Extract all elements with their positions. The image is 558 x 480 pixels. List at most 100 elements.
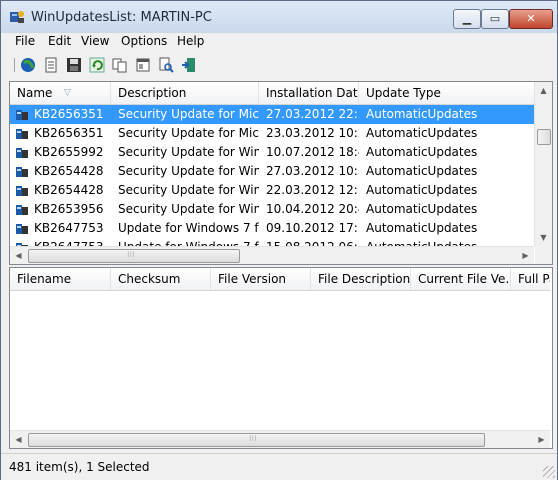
cell-name: KB2656351 [34, 107, 104, 121]
cell-type: AutomaticUpdates [366, 126, 478, 140]
copy-button[interactable] [111, 56, 129, 74]
cell-type: AutomaticUpdates [366, 221, 478, 235]
updates-vertical-scrollbar[interactable]: ▲ ▼ [534, 82, 552, 246]
files-horizontal-scrollbar[interactable]: ◀ ⁝⁝⁝ ▶ [10, 430, 550, 448]
find-button[interactable] [157, 56, 175, 74]
refresh-button[interactable] [88, 56, 106, 74]
minimize-button[interactable]: ▁ [453, 9, 481, 29]
status-text: 481 item(s), 1 Selected [9, 460, 150, 474]
cell-date: 23.03.2012 10:2... [266, 126, 359, 140]
cell-type: AutomaticUpdates [366, 107, 478, 121]
column-full-path-label: Full Pa [518, 272, 550, 286]
cell-name: KB2647753 [34, 221, 104, 235]
horizontal-scroll-thumb[interactable]: ⁝⁝⁝ [28, 249, 240, 263]
column-checksum-label: Checksum [118, 272, 181, 286]
menu-view[interactable]: View [81, 34, 109, 48]
maximize-icon: ▭ [489, 12, 501, 25]
table-row[interactable]: KB2654428 Security Update for Win... 22.03… [10, 181, 534, 200]
update-package-icon [16, 167, 28, 177]
files-scroll-right-icon[interactable]: ▶ [533, 431, 550, 448]
files-scroll-left-icon[interactable]: ◀ [10, 431, 27, 448]
close-button[interactable]: ✕ [509, 9, 553, 29]
column-header-filename[interactable]: Filename [10, 268, 111, 290]
exit-icon [182, 58, 195, 72]
html-report-icon [136, 58, 150, 72]
scroll-up-icon[interactable]: ▲ [535, 82, 552, 99]
resize-grip-icon[interactable] [543, 466, 555, 478]
update-package-icon [16, 148, 28, 158]
cell-description: Security Update for Win... [118, 183, 259, 197]
menu-bar: File Edit View Options Help [1, 33, 557, 51]
cell-description: Update for Windows 7 f... [111, 238, 259, 246]
title-bar[interactable]: WinUpdatesList: MARTIN-PC ▁ ▭ ✕ [1, 1, 557, 33]
save-button[interactable] [65, 56, 83, 74]
update-package-icon [16, 129, 28, 139]
properties-button[interactable] [42, 56, 60, 74]
table-row[interactable]: KB2656351 Security Update for Mic... 23.03… [10, 124, 534, 143]
table-row[interactable]: KB2647753 Update for Windows 7 f... 09.10.… [10, 219, 534, 238]
update-package-icon [16, 110, 28, 120]
sort-arrow-icon: ▽ [64, 88, 71, 98]
column-file-version-label: File Version [218, 272, 287, 286]
scroll-down-icon[interactable]: ▼ [535, 229, 552, 246]
column-header-checksum[interactable]: Checksum [111, 268, 211, 290]
cell-type: AutomaticUpdates [366, 164, 478, 178]
exit-button[interactable] [180, 56, 198, 74]
window-title: WinUpdatesList: MARTIN-PC [31, 10, 212, 25]
cell-date: 27.03.2012 10:5... [266, 164, 359, 178]
cell-name: KB2656351 [34, 126, 104, 140]
column-header-current-file-version[interactable]: Current File Ve... [411, 268, 511, 290]
save-icon [67, 58, 81, 72]
table-row[interactable]: KB2654428 Security Update for Win... 27.03… [10, 162, 534, 181]
cell-type: AutomaticUpdates [366, 202, 478, 216]
table-row[interactable]: KB2655992 Security Update for Win... 10.07… [10, 143, 534, 162]
table-row[interactable]: KB2656351 Security Update for Mic... 27.03… [10, 105, 534, 124]
column-date-label: Installation Date [266, 86, 359, 100]
column-header-full-path[interactable]: Full Pa [511, 268, 550, 290]
toolbar-grip [14, 58, 15, 72]
table-row[interactable]: KB2647753Update for Windows 7 f...15.08.… [10, 238, 534, 246]
cell-name: KB2654428 [34, 183, 104, 197]
scroll-right-icon[interactable]: ▶ [517, 247, 534, 264]
files-list[interactable]: Filename Checksum File Version File Desc… [9, 267, 553, 449]
updates-header: Name ▽ Description Installation Date Upda… [10, 82, 534, 105]
cell-type: AutomaticUpdates [366, 145, 478, 159]
files-horizontal-scroll-thumb[interactable]: ⁝⁝⁝ [28, 433, 485, 447]
cell-type: AutomaticUpdates [366, 183, 478, 197]
scroll-left-icon[interactable]: ◀ [10, 247, 27, 264]
vertical-scroll-thumb[interactable] [537, 129, 551, 145]
updates-list[interactable]: Name ▽ Description Installation Date Upda… [9, 81, 553, 265]
menu-file[interactable]: File [15, 34, 35, 48]
close-icon: ✕ [526, 12, 536, 25]
column-header-file-description[interactable]: File Description [311, 268, 411, 290]
menu-help[interactable]: Help [177, 34, 204, 48]
column-description-label: Description [118, 86, 187, 100]
update-package-icon [16, 205, 28, 215]
column-header-name[interactable]: Name ▽ [10, 82, 111, 104]
cell-description: Security Update for Mic... [118, 126, 259, 140]
update-package-icon [16, 186, 28, 196]
updates-horizontal-scrollbar[interactable]: ◀ ⁝⁝⁝ ▶ [10, 246, 534, 264]
menu-edit[interactable]: Edit [48, 34, 71, 48]
column-header-file-version[interactable]: File Version [211, 268, 311, 290]
menu-options[interactable]: Options [121, 34, 167, 48]
globe-button[interactable] [19, 56, 37, 74]
copy-icon [112, 58, 127, 73]
column-header-description[interactable]: Description [111, 82, 259, 104]
globe-icon [21, 58, 35, 72]
properties-icon [45, 57, 57, 73]
cell-date: 09.10.2012 17:1... [266, 221, 359, 235]
html-report-button[interactable] [134, 56, 152, 74]
cell-type: AutomaticUpdates [359, 238, 534, 246]
column-type-label: Update Type [366, 86, 441, 100]
minimize-icon: ▁ [462, 12, 472, 25]
cell-name: KB2655992 [34, 145, 104, 159]
column-header-update-type[interactable]: Update Type [359, 82, 534, 104]
table-row[interactable]: KB2653956 Security Update for Win... 10.04… [10, 200, 534, 219]
scroll-grip-icon: ⁝⁝⁝ [127, 250, 135, 259]
find-icon [159, 57, 174, 73]
update-package-icon [16, 224, 28, 234]
app-icon [10, 11, 24, 23]
maximize-button[interactable]: ▭ [481, 9, 509, 29]
column-header-installation-date[interactable]: Installation Date [259, 82, 359, 104]
